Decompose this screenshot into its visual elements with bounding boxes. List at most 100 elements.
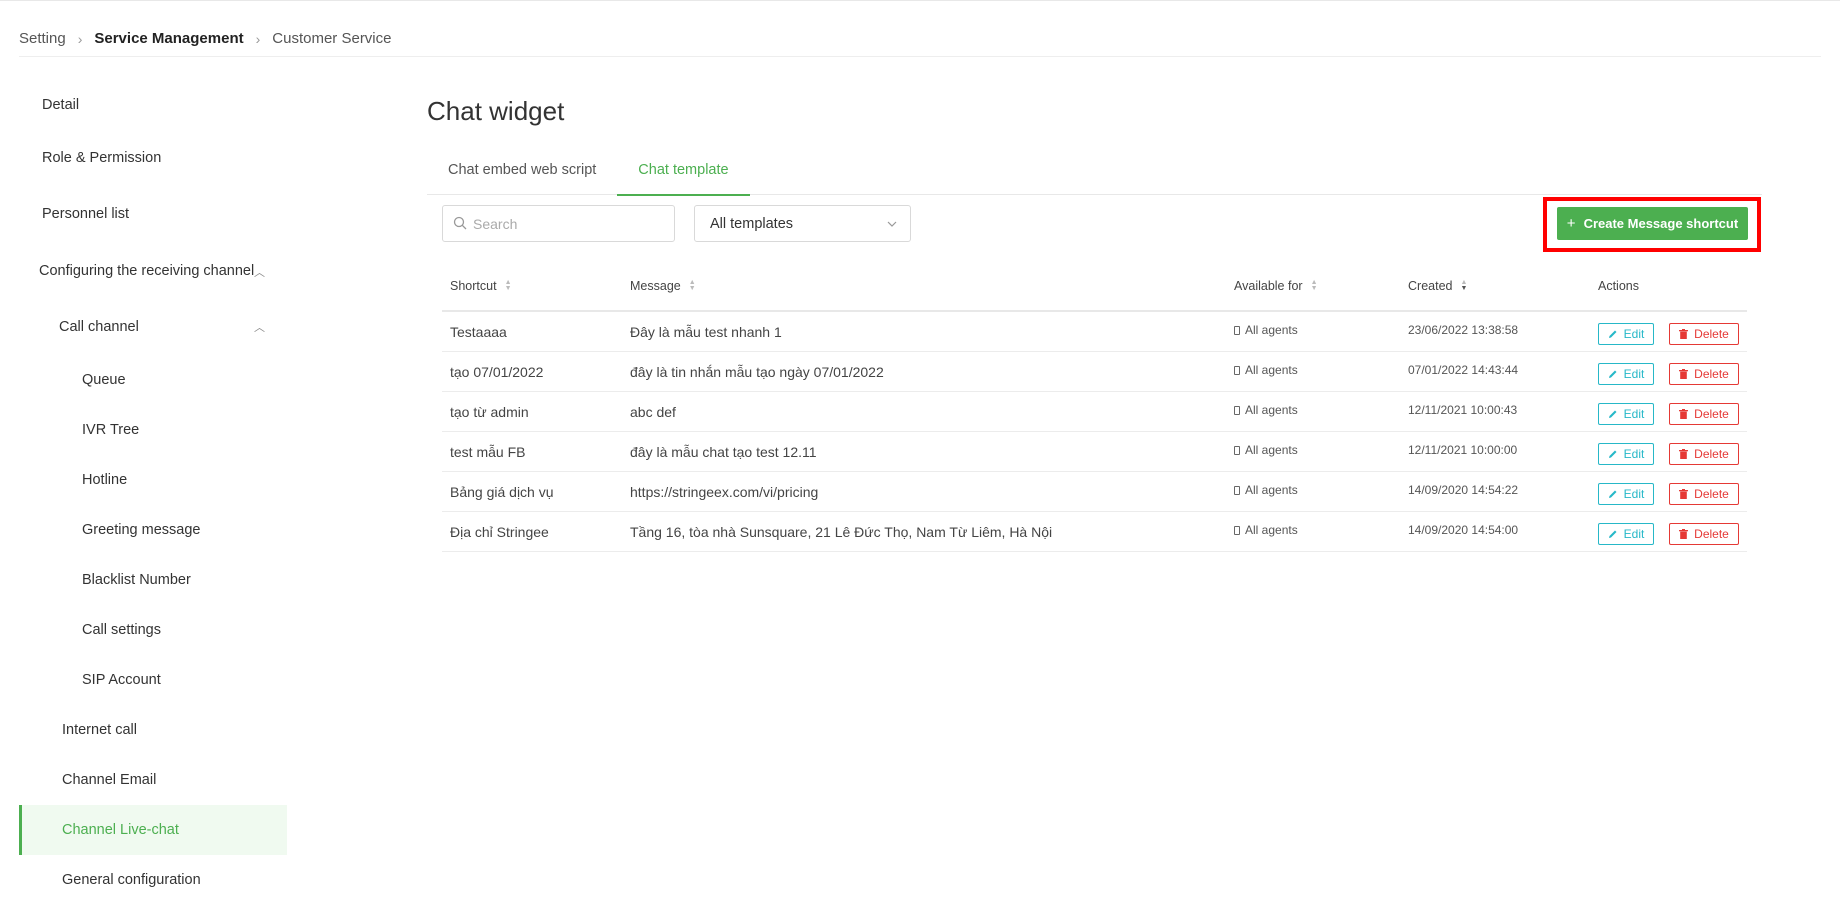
cell-available-for: All agents (1234, 363, 1298, 377)
sidebar-item-label: Hotline (82, 472, 128, 488)
device-icon (1234, 446, 1240, 455)
sidebar-item-label: Call settings (82, 622, 161, 638)
edit-label: Edit (1623, 407, 1645, 421)
sidebar-item-greeting-message[interactable]: Greeting message (19, 505, 287, 555)
sidebar-item-channel-email[interactable]: Channel Email (19, 755, 287, 805)
sidebar-item-call-channel[interactable]: Call channel ︿ (19, 299, 287, 355)
sidebar-item-label: General configuration (62, 872, 201, 888)
sort-icon: ▲ ▼ (1310, 279, 1318, 292)
cell-available-for: All agents (1234, 483, 1298, 497)
sidebar-item-call-settings[interactable]: Call settings (19, 605, 287, 655)
breadcrumb-separator-icon: › (77, 30, 83, 47)
device-icon (1234, 326, 1240, 335)
cell-shortcut: Testaaaa (450, 324, 507, 340)
delete-button[interactable]: Delete (1669, 443, 1739, 465)
sidebar: Detail Role & Permission Personnel list … (19, 80, 287, 905)
sidebar-item-blacklist-number[interactable]: Blacklist Number (19, 555, 287, 605)
delete-label: Delete (1694, 367, 1729, 381)
cell-created: 12/11/2021 10:00:43 (1408, 403, 1518, 417)
table-row: Địa chỉ Stringee Tầng 16, tòa nhà Sunsqu… (442, 512, 1747, 552)
edit-button[interactable]: Edit (1598, 483, 1654, 505)
sidebar-item-label: Call channel (59, 319, 139, 335)
column-header-created[interactable]: Created ▲ ▼ (1408, 279, 1467, 293)
delete-label: Delete (1694, 487, 1729, 501)
sidebar-item-label: SIP Account (82, 672, 161, 688)
breadcrumb-service-management[interactable]: Service Management (94, 30, 243, 47)
sidebar-item-ivr-tree[interactable]: IVR Tree (19, 405, 287, 455)
cell-created: 23/06/2022 13:38:58 (1408, 323, 1519, 337)
device-icon (1234, 406, 1240, 415)
table-row: test mẫu FB đây là mẫu chat tạo test 12.… (442, 432, 1747, 472)
sidebar-item-label: Blacklist Number (82, 572, 191, 588)
column-header-message[interactable]: Message ▲ ▼ (630, 279, 696, 293)
cell-message: abc def (630, 404, 676, 420)
chevron-down-icon (887, 221, 897, 227)
column-header-label: Message (630, 279, 681, 293)
available-for-value: All agents (1245, 483, 1298, 497)
sidebar-item-label: Role & Permission (42, 150, 162, 166)
cell-created: 07/01/2022 14:43:44 (1408, 363, 1519, 377)
edit-button[interactable]: Edit (1598, 363, 1654, 385)
pencil-icon (1608, 530, 1617, 538)
column-header-label: Available for (1234, 279, 1303, 293)
create-message-shortcut-button[interactable]: + Create Message shortcut (1557, 207, 1748, 240)
delete-button[interactable]: Delete (1669, 483, 1739, 505)
column-header-available-for[interactable]: Available for ▲ ▼ (1234, 279, 1318, 293)
sidebar-item-detail[interactable]: Detail (19, 80, 287, 130)
delete-label: Delete (1694, 327, 1729, 341)
trash-icon (1679, 329, 1689, 339)
delete-button[interactable]: Delete (1669, 323, 1739, 345)
cell-created: 14/09/2020 14:54:00 (1408, 523, 1519, 537)
trash-icon (1679, 409, 1689, 419)
pencil-icon (1608, 410, 1617, 418)
delete-button[interactable]: Delete (1669, 523, 1739, 545)
sort-icon: ▲ ▼ (688, 279, 696, 292)
cell-created: 14/09/2020 14:54:22 (1408, 483, 1519, 497)
cell-message: https://stringeex.com/vi/pricing (630, 484, 819, 500)
cell-shortcut: test mẫu FB (450, 444, 526, 460)
tab-chat-embed-web-script[interactable]: Chat embed web script (427, 154, 617, 195)
delete-button[interactable]: Delete (1669, 403, 1739, 425)
templates-table: Shortcut ▲ ▼ Message ▲ ▼ Available for ▲ ▼ … (442, 265, 1747, 552)
edit-label: Edit (1623, 327, 1645, 341)
pencil-icon (1608, 490, 1617, 498)
sidebar-item-sip-account[interactable]: SIP Account (19, 655, 287, 705)
search-input[interactable] (473, 215, 663, 232)
breadcrumb-setting[interactable]: Setting (19, 30, 66, 47)
sidebar-item-label: Internet call (62, 722, 137, 738)
delete-label: Delete (1694, 527, 1729, 541)
column-header-label: Actions (1598, 279, 1639, 293)
column-header-shortcut[interactable]: Shortcut ▲ ▼ (450, 279, 512, 293)
available-for-value: All agents (1245, 523, 1298, 537)
available-for-value: All agents (1245, 443, 1298, 457)
sidebar-item-queue[interactable]: Queue (19, 355, 287, 405)
sidebar-item-configuring-receiving-channel[interactable]: Configuring the receiving channel ︿ (19, 242, 287, 299)
edit-button[interactable]: Edit (1598, 523, 1654, 545)
sidebar-item-role-permission[interactable]: Role & Permission (19, 130, 287, 186)
edit-label: Edit (1623, 527, 1645, 541)
sidebar-item-personnel-list[interactable]: Personnel list (19, 186, 287, 242)
delete-label: Delete (1694, 407, 1729, 421)
cell-message: Đây là mẫu test nhanh 1 (630, 324, 782, 340)
edit-label: Edit (1623, 487, 1645, 501)
pencil-icon (1608, 330, 1617, 338)
edit-button[interactable]: Edit (1598, 443, 1654, 465)
edit-button[interactable]: Edit (1598, 323, 1654, 345)
plus-icon: + (1566, 215, 1576, 232)
device-icon (1234, 486, 1240, 495)
cell-shortcut: tạo từ admin (450, 404, 529, 420)
sidebar-item-channel-live-chat[interactable]: Channel Live-chat (19, 805, 287, 855)
sidebar-item-internet-call[interactable]: Internet call (19, 705, 287, 755)
breadcrumb: Setting › Service Management › Customer … (19, 30, 391, 47)
sort-icon: ▲ ▼ (1460, 279, 1468, 292)
sidebar-item-hotline[interactable]: Hotline (19, 455, 287, 505)
trash-icon (1679, 369, 1689, 379)
template-filter-select[interactable]: All templates (694, 205, 911, 242)
tab-chat-template[interactable]: Chat template (617, 154, 750, 196)
breadcrumb-divider (19, 56, 1821, 57)
delete-button[interactable]: Delete (1669, 363, 1739, 385)
delete-label: Delete (1694, 447, 1729, 461)
sidebar-item-general-configuration[interactable]: General configuration (19, 855, 287, 905)
edit-button[interactable]: Edit (1598, 403, 1654, 425)
trash-icon (1679, 529, 1689, 539)
